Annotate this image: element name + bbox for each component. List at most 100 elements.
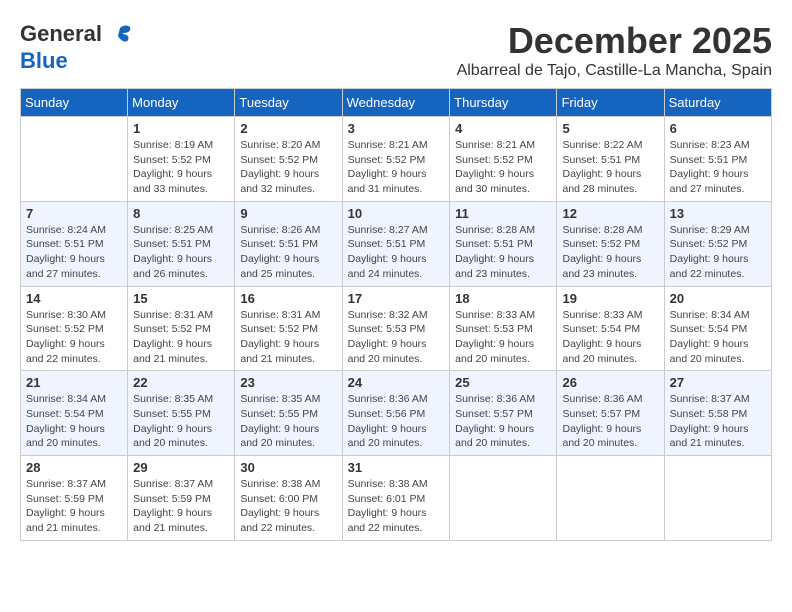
day-number: 15 [133, 291, 229, 306]
day-info: Sunrise: 8:25 AMSunset: 5:51 PMDaylight:… [133, 223, 229, 282]
day-number: 4 [455, 121, 551, 136]
calendar-cell: 5 Sunrise: 8:22 AMSunset: 5:51 PMDaylight… [557, 117, 664, 202]
calendar-cell: 19Sunrise: 8:33 AMSunset: 5:54 PMDayligh… [557, 286, 664, 371]
day-info: Sunrise: 8:35 AMSunset: 5:55 PMDaylight:… [240, 392, 336, 451]
calendar-cell: 3 Sunrise: 8:21 AMSunset: 5:52 PMDaylight… [342, 117, 450, 202]
week-row-5: 28 Sunrise: 8:37 AMSunset: 5:59 PMDayligh… [21, 456, 772, 541]
day-info: Sunrise: 8:21 AMSunset: 5:52 PMDaylight:… [348, 138, 445, 197]
calendar-cell: 21 Sunrise: 8:34 AMSunset: 5:54 PMDayligh… [21, 371, 128, 456]
calendar-cell: 18 Sunrise: 8:33 AMSunset: 5:53 PMDayligh… [450, 286, 557, 371]
calendar-cell: 31 Sunrise: 8:38 AMSunset: 6:01 PMDayligh… [342, 456, 450, 541]
day-info: Sunrise: 8:38 AMSunset: 6:00 PMDaylight:… [240, 477, 336, 536]
day-info: Sunrise: 8:22 AMSunset: 5:51 PMDaylight:… [562, 138, 658, 197]
week-row-3: 14 Sunrise: 8:30 AMSunset: 5:52 PMDayligh… [21, 286, 772, 371]
title-block: December 2025 Albarreal de Tajo, Castill… [457, 20, 772, 80]
calendar-cell: 25 Sunrise: 8:36 AMSunset: 5:57 PMDayligh… [450, 371, 557, 456]
day-number: 5 [562, 121, 658, 136]
day-number: 18 [455, 291, 551, 306]
calendar-cell: 7 Sunrise: 8:24 AMSunset: 5:51 PMDaylight… [21, 201, 128, 286]
calendar-cell: 28 Sunrise: 8:37 AMSunset: 5:59 PMDayligh… [21, 456, 128, 541]
day-info: Sunrise: 8:37 AMSunset: 5:59 PMDaylight:… [133, 477, 229, 536]
calendar-cell: 15 Sunrise: 8:31 AMSunset: 5:52 PMDayligh… [128, 286, 235, 371]
day-info: Sunrise: 8:38 AMSunset: 6:01 PMDaylight:… [348, 477, 445, 536]
calendar-cell: 6 Sunrise: 8:23 AMSunset: 5:51 PMDaylight… [664, 117, 771, 202]
day-number: 17 [348, 291, 445, 306]
calendar-cell: 17 Sunrise: 8:32 AMSunset: 5:53 PMDayligh… [342, 286, 450, 371]
logo-bird-icon [106, 20, 134, 48]
col-saturday: Saturday [664, 89, 771, 117]
month-title: December 2025 [457, 20, 772, 62]
day-info: Sunrise: 8:35 AMSunset: 5:55 PMDaylight:… [133, 392, 229, 451]
day-number: 7 [26, 206, 122, 221]
week-row-1: 1Sunrise: 8:19 AMSunset: 5:52 PMDaylight… [21, 117, 772, 202]
col-tuesday: Tuesday [235, 89, 342, 117]
day-number: 24 [348, 375, 445, 390]
day-number: 26 [562, 375, 658, 390]
day-info: Sunrise: 8:33 AMSunset: 5:53 PMDaylight:… [455, 308, 551, 367]
calendar-cell: 13Sunrise: 8:29 AMSunset: 5:52 PMDayligh… [664, 201, 771, 286]
day-info: Sunrise: 8:34 AMSunset: 5:54 PMDaylight:… [670, 308, 766, 367]
day-number: 16 [240, 291, 336, 306]
day-info: Sunrise: 8:37 AMSunset: 5:59 PMDaylight:… [26, 477, 122, 536]
day-info: Sunrise: 8:36 AMSunset: 5:57 PMDaylight:… [562, 392, 658, 451]
calendar-cell: 30 Sunrise: 8:38 AMSunset: 6:00 PMDayligh… [235, 456, 342, 541]
day-number: 2 [240, 121, 336, 136]
location-title: Albarreal de Tajo, Castille-La Mancha, S… [457, 62, 772, 80]
day-info: Sunrise: 8:26 AMSunset: 5:51 PMDaylight:… [240, 223, 336, 282]
day-number: 21 [26, 375, 122, 390]
day-info: Sunrise: 8:28 AMSunset: 5:52 PMDaylight:… [562, 223, 658, 282]
calendar-table: Sunday Monday Tuesday Wednesday Thursday… [20, 88, 772, 541]
week-row-4: 21 Sunrise: 8:34 AMSunset: 5:54 PMDayligh… [21, 371, 772, 456]
day-number: 9 [240, 206, 336, 221]
day-number: 28 [26, 460, 122, 475]
day-info: Sunrise: 8:31 AMSunset: 5:52 PMDaylight:… [240, 308, 336, 367]
day-number: 25 [455, 375, 551, 390]
day-number: 14 [26, 291, 122, 306]
col-monday: Monday [128, 89, 235, 117]
day-info: Sunrise: 8:32 AMSunset: 5:53 PMDaylight:… [348, 308, 445, 367]
calendar-cell: 26 Sunrise: 8:36 AMSunset: 5:57 PMDayligh… [557, 371, 664, 456]
day-number: 31 [348, 460, 445, 475]
calendar-cell: 10 Sunrise: 8:27 AMSunset: 5:51 PMDayligh… [342, 201, 450, 286]
calendar-cell: 4 Sunrise: 8:21 AMSunset: 5:52 PMDaylight… [450, 117, 557, 202]
calendar-cell: 14 Sunrise: 8:30 AMSunset: 5:52 PMDayligh… [21, 286, 128, 371]
day-number: 27 [670, 375, 766, 390]
day-info: Sunrise: 8:36 AMSunset: 5:57 PMDaylight:… [455, 392, 551, 451]
calendar-cell: 12 Sunrise: 8:28 AMSunset: 5:52 PMDayligh… [557, 201, 664, 286]
week-row-2: 7 Sunrise: 8:24 AMSunset: 5:51 PMDaylight… [21, 201, 772, 286]
day-number: 12 [562, 206, 658, 221]
day-number: 8 [133, 206, 229, 221]
calendar-cell: 16 Sunrise: 8:31 AMSunset: 5:52 PMDayligh… [235, 286, 342, 371]
day-info: Sunrise: 8:29 AMSunset: 5:52 PMDaylight:… [670, 223, 766, 282]
day-number: 30 [240, 460, 336, 475]
day-info: Sunrise: 8:37 AMSunset: 5:58 PMDaylight:… [670, 392, 766, 451]
col-sunday: Sunday [21, 89, 128, 117]
day-number: 23 [240, 375, 336, 390]
calendar-cell: 24 Sunrise: 8:36 AMSunset: 5:56 PMDayligh… [342, 371, 450, 456]
calendar-header-row: Sunday Monday Tuesday Wednesday Thursday… [21, 89, 772, 117]
calendar-cell: 11Sunrise: 8:28 AMSunset: 5:51 PMDayligh… [450, 201, 557, 286]
logo: General Blue [20, 20, 134, 74]
day-info: Sunrise: 8:31 AMSunset: 5:52 PMDaylight:… [133, 308, 229, 367]
col-friday: Friday [557, 89, 664, 117]
day-number: 10 [348, 206, 445, 221]
day-info: Sunrise: 8:34 AMSunset: 5:54 PMDaylight:… [26, 392, 122, 451]
calendar-cell: 22Sunrise: 8:35 AMSunset: 5:55 PMDayligh… [128, 371, 235, 456]
calendar-cell [21, 117, 128, 202]
day-info: Sunrise: 8:23 AMSunset: 5:51 PMDaylight:… [670, 138, 766, 197]
calendar-cell: 9 Sunrise: 8:26 AMSunset: 5:51 PMDaylight… [235, 201, 342, 286]
day-number: 29 [133, 460, 229, 475]
day-number: 19 [562, 291, 658, 306]
day-number: 6 [670, 121, 766, 136]
day-info: Sunrise: 8:30 AMSunset: 5:52 PMDaylight:… [26, 308, 122, 367]
day-info: Sunrise: 8:27 AMSunset: 5:51 PMDaylight:… [348, 223, 445, 282]
day-number: 20 [670, 291, 766, 306]
day-info: Sunrise: 8:36 AMSunset: 5:56 PMDaylight:… [348, 392, 445, 451]
calendar-cell [450, 456, 557, 541]
calendar-cell: 27 Sunrise: 8:37 AMSunset: 5:58 PMDayligh… [664, 371, 771, 456]
day-info: Sunrise: 8:21 AMSunset: 5:52 PMDaylight:… [455, 138, 551, 197]
day-number: 3 [348, 121, 445, 136]
calendar-cell: 2Sunrise: 8:20 AMSunset: 5:52 PMDaylight… [235, 117, 342, 202]
day-info: Sunrise: 8:24 AMSunset: 5:51 PMDaylight:… [26, 223, 122, 282]
logo-general-text: General [20, 21, 102, 47]
